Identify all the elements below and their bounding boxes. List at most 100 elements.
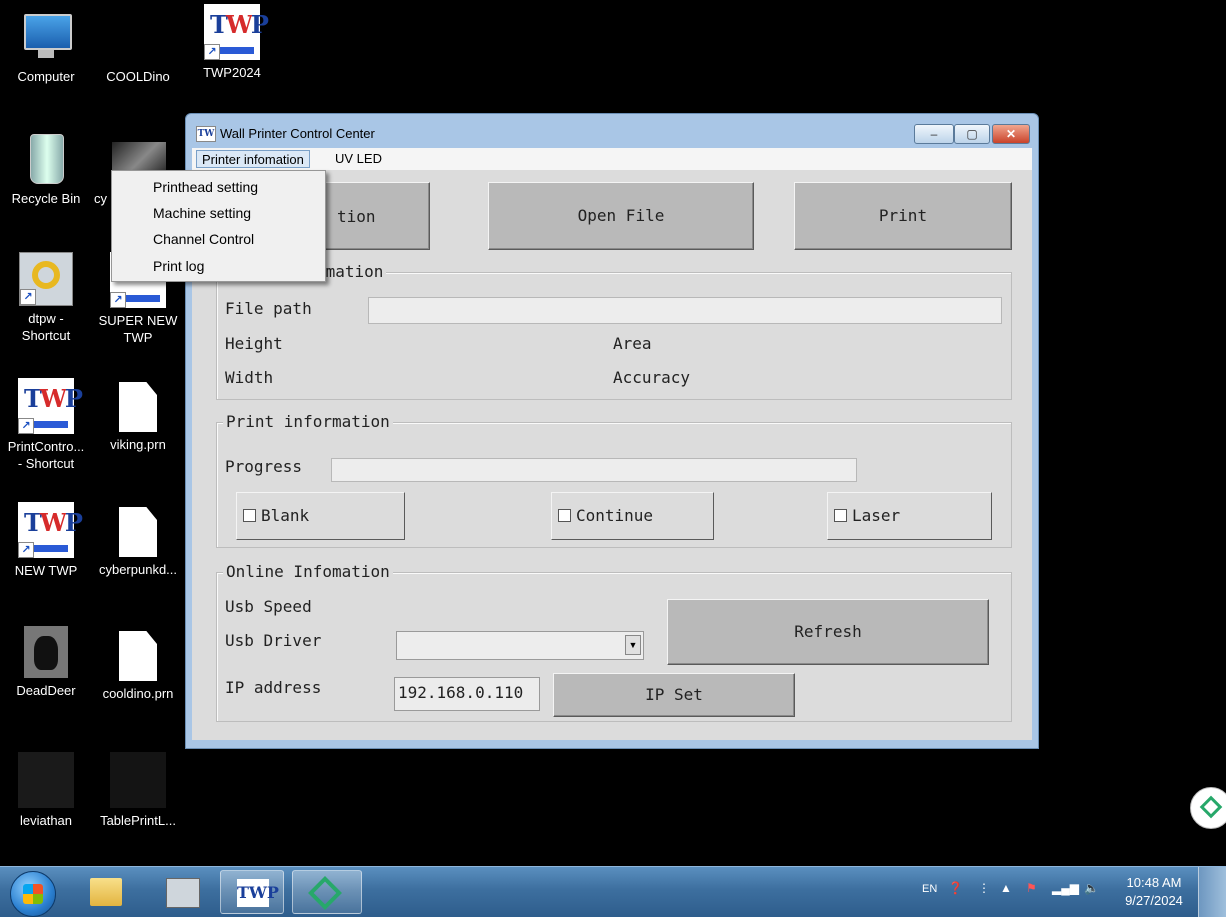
desktop-icon-label: viking.prn: [110, 437, 166, 452]
laser-label: Laser: [852, 506, 901, 525]
twp-app-icon: TWP: [237, 879, 279, 907]
open-file-button[interactable]: Open File: [488, 182, 754, 250]
desktop-icon-leviathan[interactable]: leviathan: [0, 752, 92, 829]
desktop-icon-label: cyberpunkd...: [98, 562, 178, 577]
print-button[interactable]: Print: [794, 182, 1012, 250]
desktop-icon-tableprint[interactable]: TablePrintL...: [92, 752, 184, 829]
app-icon: [110, 752, 166, 808]
dtpw-app-icon: [19, 252, 73, 306]
desktop-icon-label: Computer: [17, 69, 75, 84]
online-information-group: Online Infomation Usb Speed Usb Driver ▼…: [216, 562, 1012, 722]
print-information-group: Print information Progress Blank Continu…: [216, 412, 1012, 548]
taskbar-explorer[interactable]: [74, 870, 138, 914]
desktop-icon-label: PrintContro... - Shortcut: [7, 439, 85, 471]
connection-button-label: tion: [337, 207, 376, 226]
clock-date: 9/27/2024: [1125, 893, 1183, 908]
taskbar-diamond-app[interactable]: [292, 870, 362, 914]
continue-label: Continue: [576, 506, 654, 525]
recycle-bin-icon: [18, 130, 74, 186]
signal-icon[interactable]: ▂▄▆: [1052, 881, 1079, 895]
desktop-icon-deaddeer[interactable]: DeadDeer: [0, 626, 92, 699]
folder-icon: [90, 878, 122, 906]
desktop-icon-label: DeadDeer: [16, 683, 76, 698]
desktop-icon-cooldino-prn[interactable]: cooldino.prn: [92, 631, 184, 702]
desktop-icon-computer[interactable]: Computer: [0, 8, 92, 85]
floating-app-bubble[interactable]: [1190, 787, 1226, 829]
refresh-button[interactable]: Refresh: [667, 599, 989, 665]
clock[interactable]: 10:48 AM 9/27/2024: [1112, 874, 1196, 910]
flag-alert-icon[interactable]: ⚑: [1026, 881, 1037, 895]
printer-infomation-dropdown: Printhead setting Machine setting Channe…: [111, 170, 326, 282]
show-hidden-icons[interactable]: ▲: [1000, 881, 1012, 895]
height-label: Height: [225, 334, 283, 353]
desktop-icon-viking-prn[interactable]: viking.prn: [92, 382, 184, 453]
desktop-icon-label: Recycle Bin: [11, 191, 81, 206]
desktop-icon-label: cooldino.prn: [102, 686, 174, 701]
ip-address-input[interactable]: 192.168.0.110: [394, 677, 540, 711]
desktop-icon-label: leviathan: [19, 813, 73, 828]
desktop-icon-label: cy: [94, 191, 107, 206]
usb-driver-select[interactable]: ▼: [396, 631, 644, 660]
continue-checkbox[interactable]: Continue: [551, 492, 714, 540]
ip-set-button[interactable]: IP Set: [553, 673, 795, 717]
menu-printhead-setting[interactable]: Printhead setting: [153, 179, 258, 195]
close-button[interactable]: ✕: [992, 124, 1030, 144]
document-icon: [119, 507, 157, 557]
desktop-icon-recycle-bin[interactable]: Recycle Bin: [0, 130, 92, 207]
network-alert-icon[interactable]: ⋮: [978, 881, 990, 895]
desktop-icon-twp2024[interactable]: TWP TWP2024: [186, 4, 278, 81]
taskbar-twp[interactable]: TWP: [220, 870, 284, 914]
volume-icon[interactable]: 🔈: [1084, 881, 1099, 895]
desktop-icon-label: TablePrintL...: [100, 813, 176, 828]
dtpw-app-icon: [166, 878, 200, 908]
menu-channel-control[interactable]: Channel Control: [153, 231, 254, 247]
laser-checkbox[interactable]: Laser: [827, 492, 992, 540]
checkbox-box: [558, 509, 571, 522]
print-information-title: Print information: [223, 412, 393, 431]
refresh-label: Refresh: [794, 622, 862, 641]
blank-checkbox[interactable]: Blank: [236, 492, 405, 540]
diamond-logo-icon: [308, 876, 342, 910]
document-icon: [119, 631, 157, 681]
twp-app-icon: TWP: [18, 502, 83, 558]
menu-machine-setting[interactable]: Machine setting: [153, 205, 251, 221]
desktop-icon-new-twp[interactable]: TWP NEW TWP: [0, 502, 92, 579]
desktop-icon-label: NEW TWP: [14, 563, 78, 578]
help-icon[interactable]: ❓: [948, 881, 963, 895]
usb-speed-label: Usb Speed: [225, 597, 312, 616]
start-button[interactable]: [10, 871, 56, 917]
file-information-group: rmation File path Height Area Width Accu…: [216, 262, 1012, 400]
desktop-icon-cyberpunkd[interactable]: cyberpunkd...: [92, 507, 184, 578]
menu-printer-infomation[interactable]: Printer infomation: [196, 150, 310, 168]
print-label: Print: [878, 206, 928, 225]
desktop-icon-printcontrol-shortcut[interactable]: TWP PrintContro... - Shortcut: [0, 378, 92, 472]
usb-driver-label: Usb Driver: [225, 631, 322, 650]
progress-label: Progress: [225, 457, 303, 476]
desktop-icon-dtpw-shortcut[interactable]: dtpw - Shortcut: [0, 252, 92, 344]
desktop-icon-cooldino[interactable]: COOLDino: [92, 8, 184, 85]
ip-set-label: IP Set: [645, 685, 703, 704]
chevron-down-icon[interactable]: ▼: [625, 635, 641, 655]
menu-uv-led[interactable]: UV LED: [330, 150, 387, 168]
folder-icon: [110, 8, 166, 64]
area-label: Area: [613, 334, 652, 353]
desktop-icon-label: TWP2024: [203, 65, 261, 80]
file-path-label: File path: [225, 299, 312, 318]
width-label: Width: [225, 368, 274, 387]
maximize-button[interactable]: ▢: [954, 124, 990, 144]
menu-bar: Printer infomation UV LED: [192, 148, 1032, 170]
deer-image-icon: [24, 626, 68, 678]
minimize-button[interactable]: –: [914, 124, 954, 144]
window-title: Wall Printer Control Center: [220, 126, 375, 141]
checkbox-box: [834, 509, 847, 522]
show-desktop-button[interactable]: [1198, 867, 1226, 917]
title-bar[interactable]: TW Wall Printer Control Center – ▢ ✕: [186, 114, 1038, 146]
blank-label: Blank: [261, 506, 310, 525]
desktop-icon-label: dtpw - Shortcut: [21, 311, 71, 343]
language-indicator[interactable]: EN: [922, 883, 937, 895]
taskbar: TWP EN ❓ ⋮ ▲ ⚑ ▂▄▆ 🔈 10:48 AM 9/27/2024: [0, 866, 1226, 917]
file-path-field[interactable]: [368, 297, 1002, 324]
image-file-icon: [18, 752, 74, 808]
menu-print-log[interactable]: Print log: [153, 258, 204, 274]
taskbar-dtpw[interactable]: [150, 870, 214, 914]
